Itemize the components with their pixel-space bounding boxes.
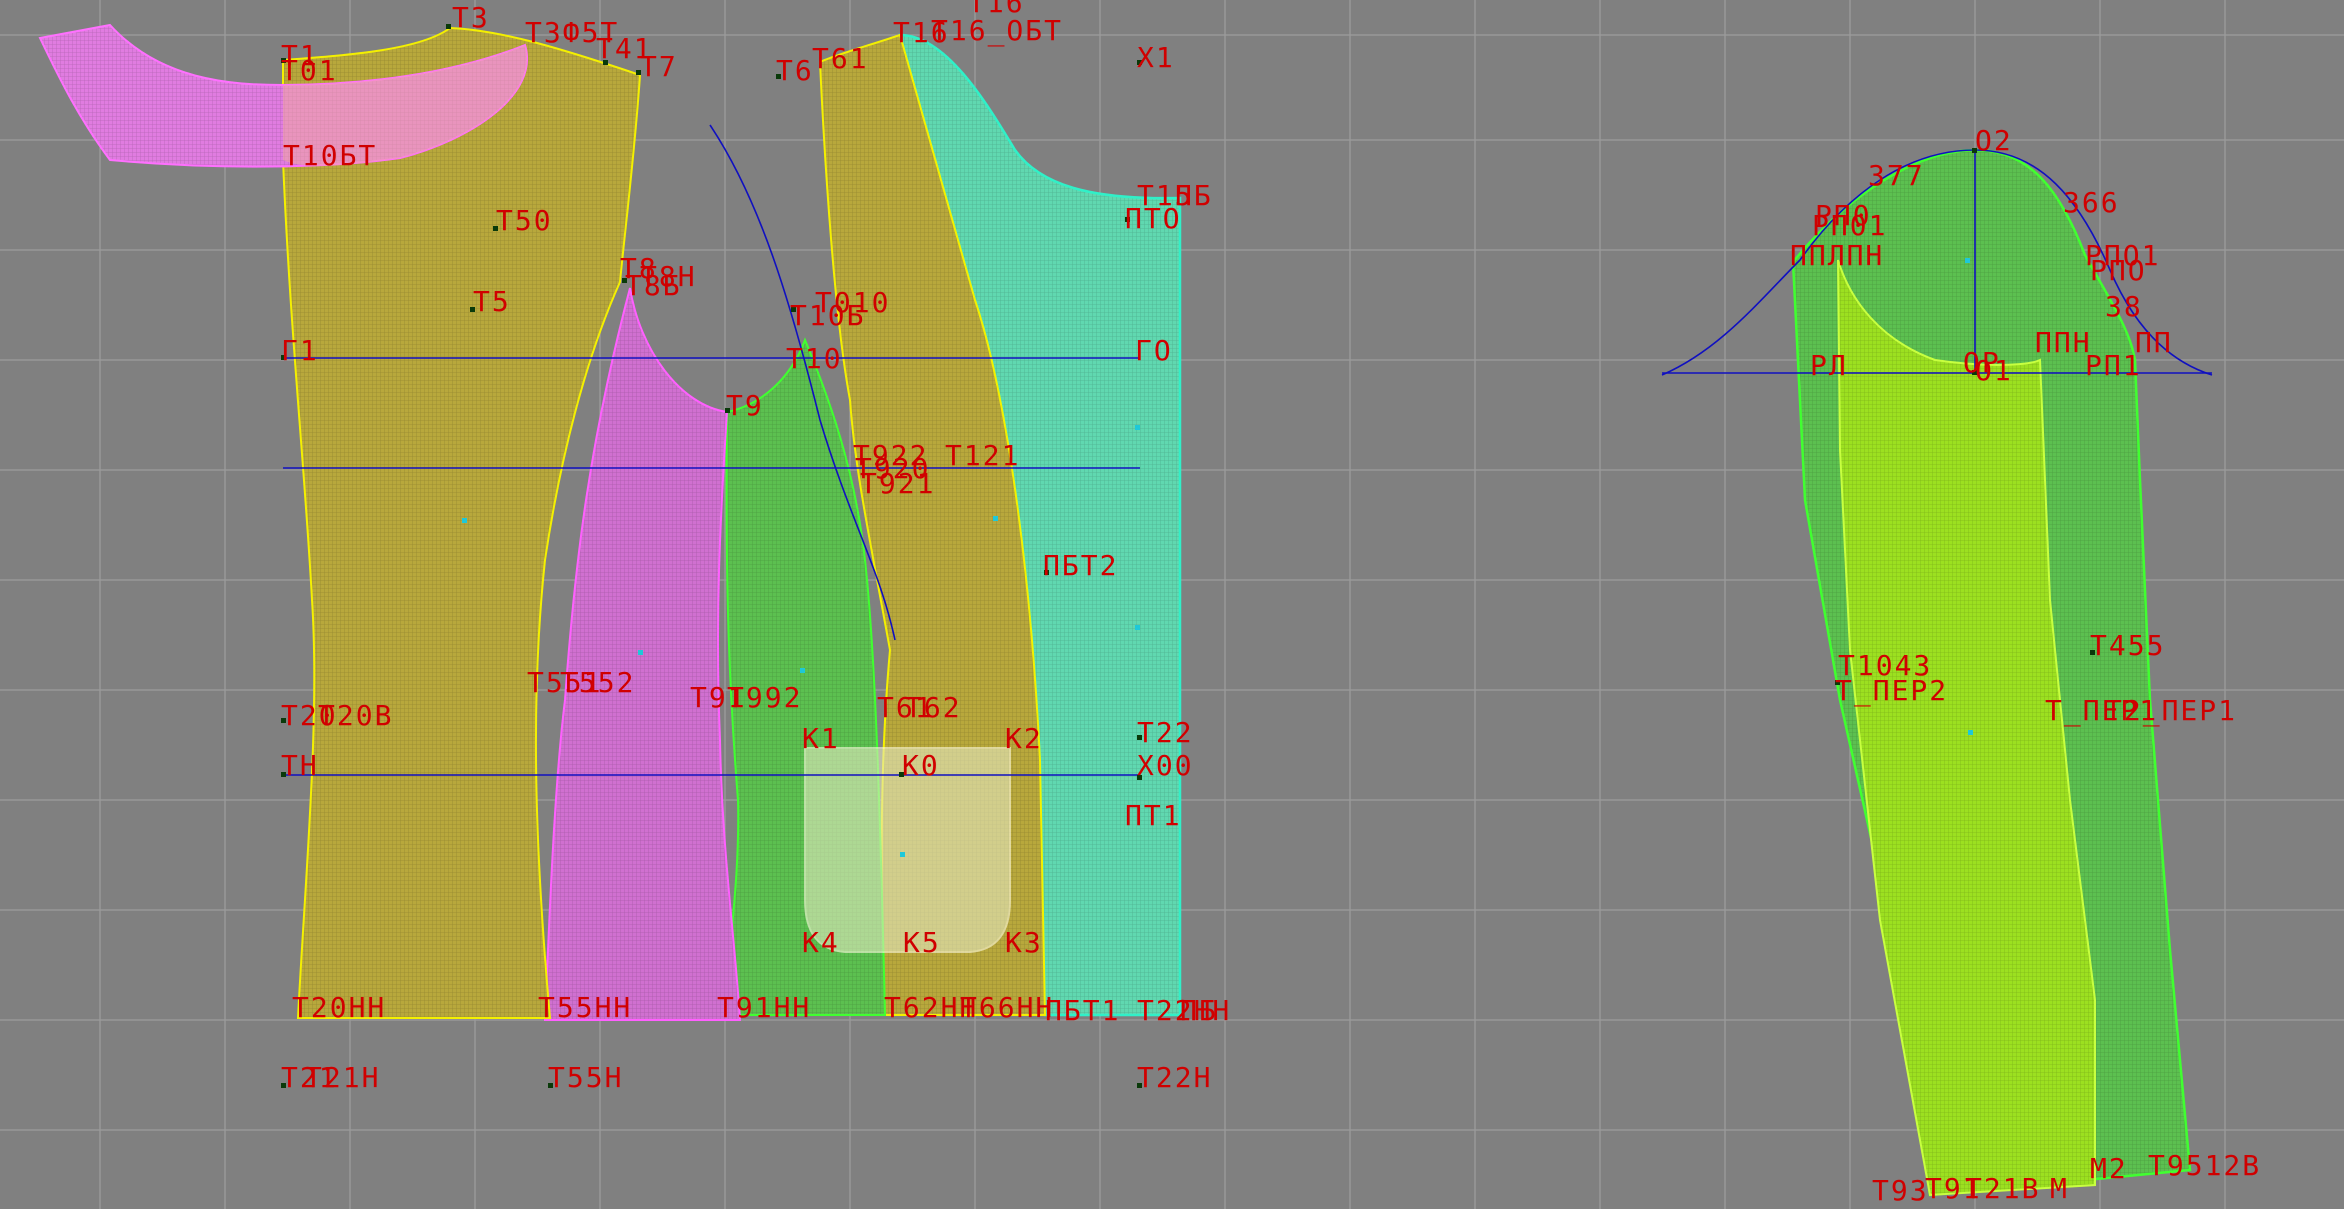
label-T61: T61 — [812, 42, 869, 75]
label-PPLPN: ППЛПН — [1790, 239, 1884, 272]
label-PT1: ПТ1 — [1125, 799, 1182, 832]
label-T6BT: T16 — [968, 0, 1025, 19]
pattern-canvas[interactable]: T3 T3Ф5Т T41 T7 T1 T01 T10БТ T50 T5 T8 T… — [0, 0, 2344, 1209]
label-T3: T3 — [452, 1, 490, 34]
label-T20HH: T20НН — [292, 991, 386, 1024]
label-PPN: ППН — [2035, 326, 2092, 359]
label-T6: T6 — [776, 54, 814, 87]
label-T455: T455 — [2090, 629, 2165, 662]
label-T21H: T21Н — [305, 1061, 380, 1094]
label-T50: T50 — [496, 204, 553, 237]
label-T62: T62 — [905, 691, 962, 724]
label-T552: T552 — [560, 666, 635, 699]
label-T10B: T10Б — [790, 299, 865, 332]
label-M2: М2 — [2090, 1152, 2128, 1185]
label-G1: Г1 — [281, 334, 319, 367]
label-T55H: T55Н — [548, 1061, 623, 1094]
label-PTO: ПТО — [1125, 202, 1182, 235]
label-K0: К0 — [902, 749, 940, 782]
label-T_PER2b: T2_ПЕР1 — [2105, 694, 2237, 728]
label-T_PER2: T_ПЕР2 — [1835, 674, 1948, 708]
label-T10BT: T10БТ — [283, 139, 377, 172]
label-377: 377 — [1868, 159, 1925, 192]
label-TN: ТН — [281, 749, 319, 782]
label-RP1: РП1 — [2085, 349, 2142, 382]
label-T992: T992 — [727, 681, 802, 714]
label-T01: T01 — [281, 54, 338, 87]
label-O2: О2 — [1975, 124, 2013, 157]
label-RPO: РПО — [2090, 254, 2147, 287]
label-T93: T93 — [1872, 1174, 1929, 1207]
label-T22: T22 — [1137, 716, 1194, 749]
label-366: 366 — [2063, 186, 2120, 219]
label-T9: T9 — [726, 389, 764, 422]
label-T55HH: T55НН — [538, 991, 632, 1024]
label-M: М — [2050, 1172, 2069, 1205]
label-T16_OBT: T16_ОБТ — [931, 14, 1063, 48]
label-X00: X00 — [1137, 749, 1194, 782]
label-X1: X1 — [1137, 41, 1175, 74]
label-PBT2: ПБТ2 — [1043, 549, 1118, 582]
label-T5: T5 — [473, 285, 511, 318]
label-T10: T10 — [786, 342, 843, 375]
label-T66HH: T66НН — [960, 991, 1054, 1024]
label-T9512B: T9512В — [2148, 1149, 2261, 1182]
label-PBT1: ПБТ1 — [1045, 994, 1120, 1027]
label-T8B: T8Б — [625, 269, 682, 302]
label-K3: К3 — [1005, 926, 1043, 959]
label-T22H: T22Н — [1137, 1061, 1212, 1094]
label-T20B: T20В — [318, 699, 393, 732]
label-T921: T921 — [860, 467, 935, 500]
label-RP01: РП01 — [1812, 209, 1887, 242]
label-GO: ГО — [1135, 334, 1173, 367]
label-38: 38 — [2105, 290, 2143, 323]
label-RL: РЛ — [1810, 349, 1848, 382]
label-K4: К4 — [802, 926, 840, 959]
label-O1: О1 — [1975, 354, 2013, 387]
pattern-workspace[interactable]: T3 T3Ф5Т T41 T7 T1 T01 T10БТ T50 T5 T8 T… — [0, 0, 2344, 1209]
label-T121: T121 — [945, 439, 1020, 472]
label-T91HH: T91НН — [717, 991, 811, 1024]
label-K2: К2 — [1005, 722, 1043, 755]
label-T7: T7 — [640, 50, 678, 83]
label-K1: К1 — [802, 722, 840, 755]
label-T21B: T21В — [1965, 1172, 2040, 1205]
label-K5: К5 — [903, 926, 941, 959]
label-PB2: ПБ — [1180, 994, 1218, 1027]
